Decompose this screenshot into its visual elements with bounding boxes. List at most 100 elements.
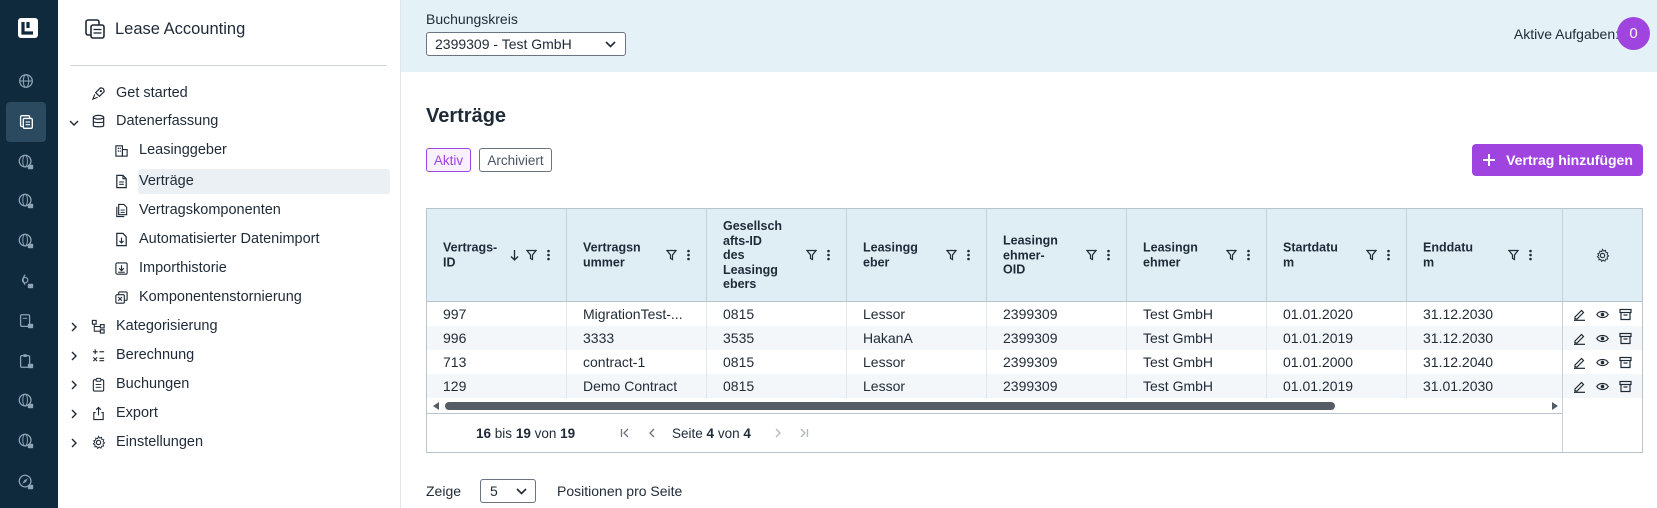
more-vertical-icon[interactable] — [1383, 249, 1394, 261]
table-row[interactable]: 996 3333 3535 HakanA 2399309 Test GmbH 0… — [427, 326, 1642, 350]
column-settings[interactable] — [1562, 209, 1642, 301]
table-row[interactable]: 129 Demo Contract 0815 Lessor 2399309 Te… — [427, 374, 1642, 398]
nav-item-export[interactable]: Export — [91, 401, 158, 425]
nav-item-berechnung[interactable]: Berechnung — [91, 343, 194, 367]
eye-icon[interactable] — [1596, 332, 1609, 345]
archive-icon[interactable] — [1619, 308, 1632, 321]
scrollbar-thumb[interactable] — [445, 402, 1335, 410]
column-header-vertrags-id[interactable]: Vertrags- ID — [427, 209, 567, 301]
eye-icon[interactable] — [1596, 308, 1609, 321]
edit-icon[interactable] — [1573, 380, 1586, 393]
edit-icon[interactable] — [1573, 356, 1586, 369]
nav-item-einstellungen[interactable]: Einstellungen — [91, 430, 203, 454]
eye-icon[interactable] — [1596, 356, 1609, 369]
plus-icon — [1483, 154, 1496, 166]
chevron-down-icon[interactable] — [69, 118, 79, 128]
more-vertical-icon[interactable] — [683, 249, 694, 261]
scroll-right-icon[interactable] — [1552, 402, 1558, 410]
filter-icon[interactable] — [1226, 249, 1237, 261]
filter-icon[interactable] — [946, 249, 957, 261]
nav-item-importhistorie[interactable]: Importhistorie — [114, 256, 227, 280]
horizontal-scrollbar[interactable] — [427, 399, 1562, 413]
filter-tag-aktiv[interactable]: Aktiv — [426, 148, 471, 172]
chevron-right-icon[interactable] — [69, 380, 79, 390]
filter-icon[interactable] — [1508, 249, 1519, 261]
chevron-right-icon[interactable] — [69, 351, 79, 361]
column-header-leasingnehmer-oid[interactable]: Leasingn ehmer- OID — [987, 209, 1127, 301]
table-row[interactable]: 713 contract-1 0815 Lessor 2399309 Test … — [427, 350, 1642, 374]
chevron-right-icon[interactable] — [69, 322, 79, 332]
filter-tag-archiviert[interactable]: Archiviert — [479, 148, 552, 172]
rail-locked-6[interactable] — [6, 341, 46, 381]
nav-item-get-started[interactable]: Get started — [91, 81, 188, 105]
add-contract-button[interactable]: Vertrag hinzufügen — [1472, 144, 1643, 176]
nav-label: Datenerfassung — [116, 113, 219, 129]
rail-locked-8[interactable] — [6, 421, 46, 461]
nav-item-leasinggeber[interactable]: Leasinggeber — [114, 138, 227, 162]
buchungskreis-select[interactable]: 2399309 - Test GmbH — [426, 32, 626, 56]
filter-icon[interactable] — [526, 249, 537, 261]
nav-label: Get started — [116, 85, 188, 101]
table-row[interactable]: 997 MigrationTest-... 0815 Lessor 239930… — [427, 302, 1642, 326]
eye-icon[interactable] — [1596, 380, 1609, 393]
rail-locked-5[interactable] — [6, 301, 46, 341]
chevron-right-icon[interactable] — [69, 438, 79, 448]
filter-icon[interactable] — [1366, 249, 1377, 261]
logo-icon[interactable] — [16, 16, 40, 40]
archive-icon[interactable] — [1619, 332, 1632, 345]
nav-item-vertragskomponenten[interactable]: Vertragskomponenten — [114, 198, 281, 222]
active-tasks-badge[interactable]: 0 — [1617, 17, 1650, 50]
first-page-icon[interactable] — [619, 427, 631, 439]
chevron-right-icon[interactable] — [69, 409, 79, 419]
row-actions — [1562, 326, 1642, 350]
rail-locked-9[interactable] — [6, 462, 46, 502]
more-vertical-icon[interactable] — [823, 249, 834, 261]
globe-lock-icon — [18, 433, 34, 449]
nav-item-buchungen[interactable]: Buchungen — [91, 372, 189, 396]
column-header-startdatum[interactable]: Startdatu m — [1267, 209, 1407, 301]
nav-item-automatisierter-datenimport[interactable]: Automatisierter Datenimport — [114, 227, 320, 251]
column-header-label: Gesellsch afts-ID des Leasingg ebers — [723, 218, 783, 291]
nav-item-datenerfassung[interactable]: Datenerfassung — [91, 109, 218, 133]
cell-leasingnehmer: Test GmbH — [1127, 326, 1267, 350]
nav-item-komponentenstornierung[interactable]: Komponentenstornierung — [114, 285, 302, 309]
next-page-icon[interactable] — [772, 427, 784, 439]
last-page-icon[interactable] — [798, 427, 810, 439]
page-size-label-before: Zeige — [426, 483, 462, 499]
rail-lease-accounting[interactable] — [6, 102, 46, 142]
nav-item-vertraege[interactable]: Verträge — [114, 169, 194, 193]
more-vertical-icon[interactable] — [963, 249, 974, 261]
more-vertical-icon[interactable] — [1525, 249, 1536, 261]
nav-item-kategorisierung[interactable]: Kategorisierung — [91, 314, 218, 338]
column-header-leasinggeber[interactable]: Leasingg eber — [847, 209, 987, 301]
previous-page-icon[interactable] — [646, 427, 658, 439]
archive-icon[interactable] — [1619, 380, 1632, 393]
rail-locked-2[interactable] — [6, 181, 46, 221]
rail-globe[interactable] — [6, 61, 46, 101]
page-size-select[interactable]: 5 — [480, 479, 537, 503]
column-header-enddatum[interactable]: Enddatu m — [1407, 209, 1562, 301]
sort-down-icon[interactable] — [509, 249, 520, 261]
page-size-value: 5 — [490, 483, 498, 499]
edit-icon[interactable] — [1573, 332, 1586, 345]
edit-icon[interactable] — [1573, 308, 1586, 321]
more-vertical-icon[interactable] — [543, 249, 554, 261]
column-header-vertragsnummer[interactable]: Vertragsn ummer — [567, 209, 707, 301]
rail-locked-4[interactable] — [6, 261, 46, 301]
rail-locked-7[interactable] — [6, 381, 46, 421]
pagination: 16 bis 19 von 19 Seite 4 von 4 — [427, 419, 1562, 447]
cell-enddatum: 31.12.2030 — [1423, 330, 1494, 346]
column-header-gesellschafts-id[interactable]: Gesellsch afts-ID des Leasingg ebers — [707, 209, 847, 301]
filter-icon[interactable] — [666, 249, 677, 261]
cell-leasingnehmer-oid: 2399309 — [987, 350, 1127, 374]
hierarchy-icon — [91, 319, 105, 334]
archive-icon[interactable] — [1619, 356, 1632, 369]
filter-icon[interactable] — [1086, 249, 1097, 261]
more-vertical-icon[interactable] — [1243, 249, 1254, 261]
column-header-leasingnehmer[interactable]: Leasingn ehmer — [1127, 209, 1267, 301]
more-vertical-icon[interactable] — [1103, 249, 1114, 261]
filter-icon[interactable] — [806, 249, 817, 261]
rail-locked-3[interactable] — [6, 221, 46, 261]
rail-locked-1[interactable] — [6, 142, 46, 182]
scroll-left-icon[interactable] — [433, 402, 439, 410]
